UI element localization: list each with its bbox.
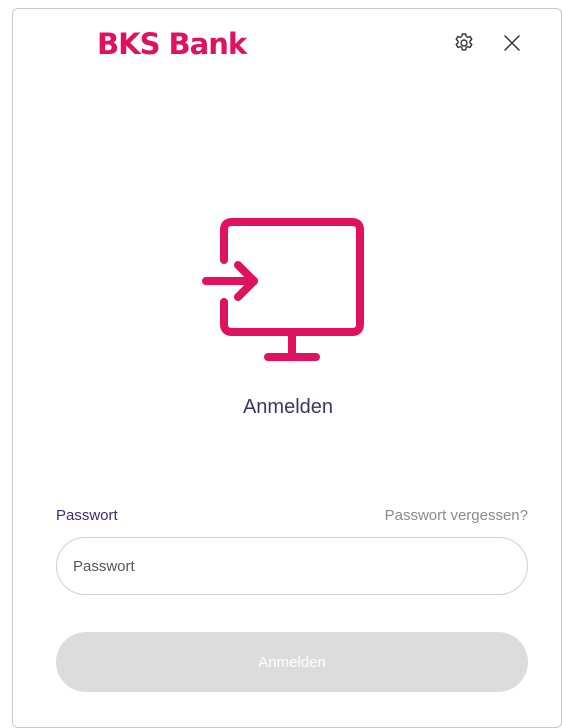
page-title: Anmelden	[242, 396, 334, 418]
login-dialog: BKS Bank Anmelden Passwort Passwort verg…	[12, 8, 562, 728]
password-label: Passwort	[56, 507, 118, 524]
settings-button[interactable]	[450, 29, 478, 57]
hero-illustration	[198, 216, 378, 371]
brand-logo: BKS Bank	[97, 27, 247, 61]
close-button[interactable]	[498, 29, 526, 57]
gear-icon	[455, 33, 473, 51]
monitor-login-icon	[202, 218, 364, 361]
login-button[interactable]: Anmelden	[56, 632, 528, 692]
close-icon	[504, 35, 520, 51]
forgot-password-link[interactable]: Passwort vergessen?	[385, 507, 528, 524]
password-input[interactable]	[56, 537, 528, 595]
